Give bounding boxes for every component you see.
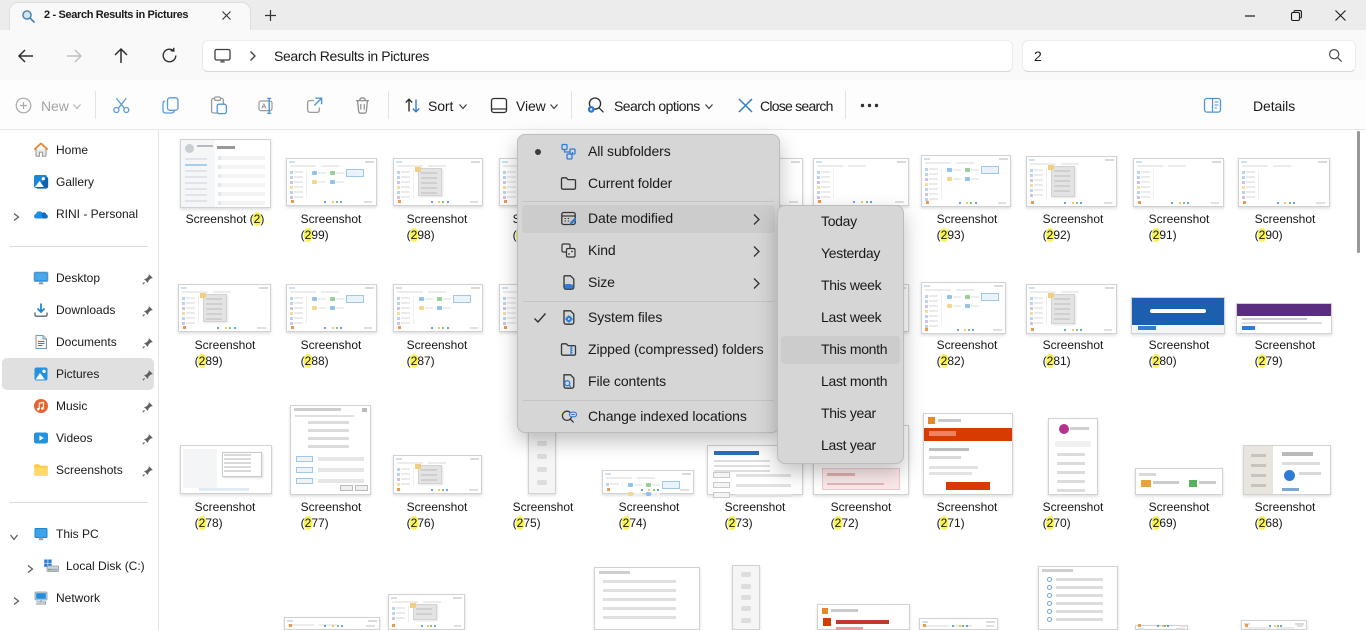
svg-text:A: A bbox=[261, 102, 266, 111]
